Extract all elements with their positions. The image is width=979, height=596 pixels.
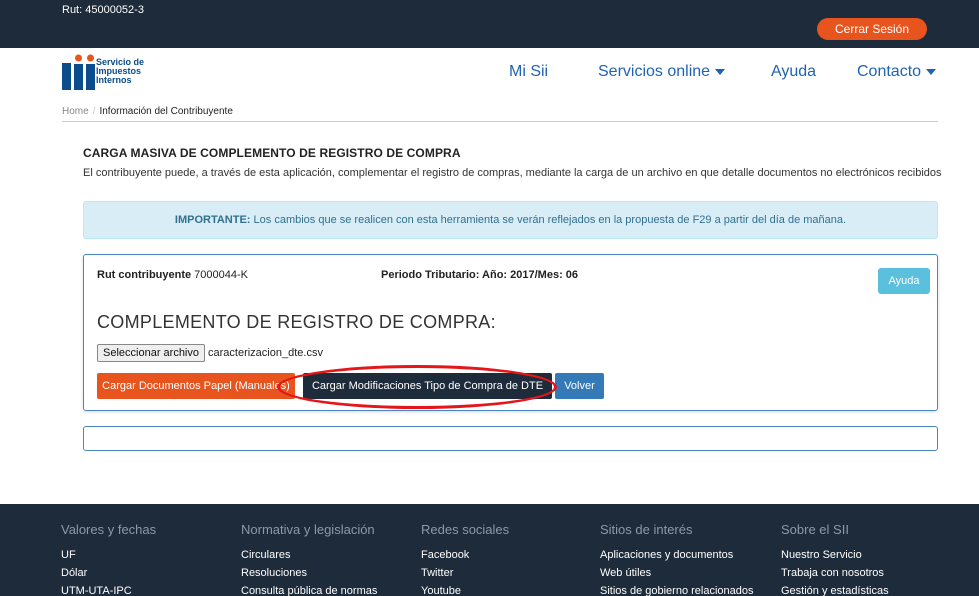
footer-link[interactable]: Resoluciones <box>241 564 377 582</box>
divider <box>62 121 938 122</box>
footer-link[interactable]: Facebook <box>421 546 509 564</box>
logo-text: Servicio de Impuestos Internos <box>96 58 144 85</box>
breadcrumb-current: Información del Contribuyente <box>99 106 233 117</box>
load-paper-documents-button[interactable]: Cargar Documentos Papel (Manuales) <box>97 373 295 399</box>
nav-servicios-online[interactable]: Servicios online <box>598 63 726 81</box>
footer-column-title: Redes sociales <box>421 522 510 537</box>
periodo-tributario: Periodo Tributario: Año: 2017/Mes: 06 <box>381 269 579 281</box>
footer-link[interactable]: Consulta pública de normas <box>241 582 377 596</box>
footer-link[interactable]: UF <box>61 546 156 564</box>
nav-contacto-label: Contacto <box>857 63 922 80</box>
section-title: COMPLEMENTO DE REGISTRO DE COMPRA: <box>97 312 496 332</box>
footer-link[interactable]: Web útiles <box>600 564 754 582</box>
alert-strong: IMPORTANTE: <box>174 214 251 226</box>
footer-link[interactable]: Nuestro Servicio <box>781 546 889 564</box>
empty-panel <box>83 426 938 451</box>
rut-contribuyente-value: 7000044-K <box>191 269 249 281</box>
breadcrumb-separator: / <box>92 106 96 117</box>
breadcrumb: Home / Información del Contribuyente <box>62 106 233 117</box>
footer-link[interactable]: Trabaja con nosotros <box>781 564 889 582</box>
file-picker: Seleccionar archivo caracterizacion_dte.c… <box>97 344 323 362</box>
site-footer: Valores y fechas UF Dólar UTM-UTA-IPC No… <box>0 504 979 596</box>
logo-line-3: Internos <box>96 75 132 85</box>
caret-down-icon <box>715 68 726 75</box>
footer-column: Normativa y legislación Circulares Resol… <box>241 522 377 596</box>
nav-mi-sii[interactable]: Mi Sii <box>509 63 548 81</box>
rut-contribuyente: Rut contribuyente 7000044-K <box>97 269 248 281</box>
footer-column-title: Normativa y legislación <box>241 522 375 537</box>
page-description: El contribuyente puede, a través de esta… <box>83 167 942 179</box>
footer-link[interactable]: Youtube <box>421 582 509 596</box>
footer-link[interactable]: UTM-UTA-IPC <box>61 582 156 596</box>
help-button[interactable]: Ayuda <box>878 268 930 294</box>
page-title: CARGA MASIVA DE COMPLEMENTO DE REGISTRO … <box>83 146 461 160</box>
footer-column-title: Valores y fechas <box>61 522 157 537</box>
user-rut: Rut: 45000052-3 <box>62 4 144 16</box>
footer-column: Redes sociales Facebook Twitter Youtube <box>421 522 509 596</box>
back-button[interactable]: Volver <box>555 373 604 399</box>
alert-text: Los cambios que se realicen con esta her… <box>250 214 847 226</box>
footer-link[interactable]: Twitter <box>421 564 509 582</box>
nav-mi-sii-label: Mi Sii <box>509 63 549 80</box>
nav-servicios-online-label: Servicios online <box>598 63 711 80</box>
footer-link[interactable]: Circulares <box>241 546 377 564</box>
footer-link[interactable]: Aplicaciones y documentos <box>600 546 754 564</box>
top-bar: Rut: 45000052-3 Cerrar Sesión <box>0 0 979 48</box>
footer-column: Sitios de interés Aplicaciones y documen… <box>600 522 754 596</box>
site-header: Servicio de Impuestos Internos Mi Sii Se… <box>0 48 979 98</box>
footer-link[interactable]: Gestión y estadísticas <box>781 582 889 596</box>
selected-file-name: caracterizacion_dte.csv <box>208 347 323 359</box>
footer-column: Valores y fechas UF Dólar UTM-UTA-IPC <box>61 522 156 596</box>
footer-column-title: Sobre el SII <box>781 522 849 537</box>
select-file-button[interactable]: Seleccionar archivo <box>97 344 205 362</box>
nav-contacto[interactable]: Contacto <box>857 63 937 81</box>
nav-ayuda-label: Ayuda <box>771 63 817 80</box>
logout-button[interactable]: Cerrar Sesión <box>817 18 927 40</box>
rut-contribuyente-label: Rut contribuyente <box>97 269 192 281</box>
footer-link[interactable]: Dólar <box>61 564 156 582</box>
nav-ayuda[interactable]: Ayuda <box>771 63 816 81</box>
footer-column-title: Sitios de interés <box>600 522 693 537</box>
footer-link[interactable]: Sitios de gobierno relacionados <box>600 582 754 596</box>
info-alert: IMPORTANTE: Los cambios que se realicen … <box>83 201 938 239</box>
footer-column: Sobre el SII Nuestro Servicio Trabaja co… <box>781 522 889 596</box>
highlight-circle-annotation <box>277 365 557 409</box>
breadcrumb-home[interactable]: Home <box>62 106 89 117</box>
caret-down-icon <box>926 68 937 75</box>
